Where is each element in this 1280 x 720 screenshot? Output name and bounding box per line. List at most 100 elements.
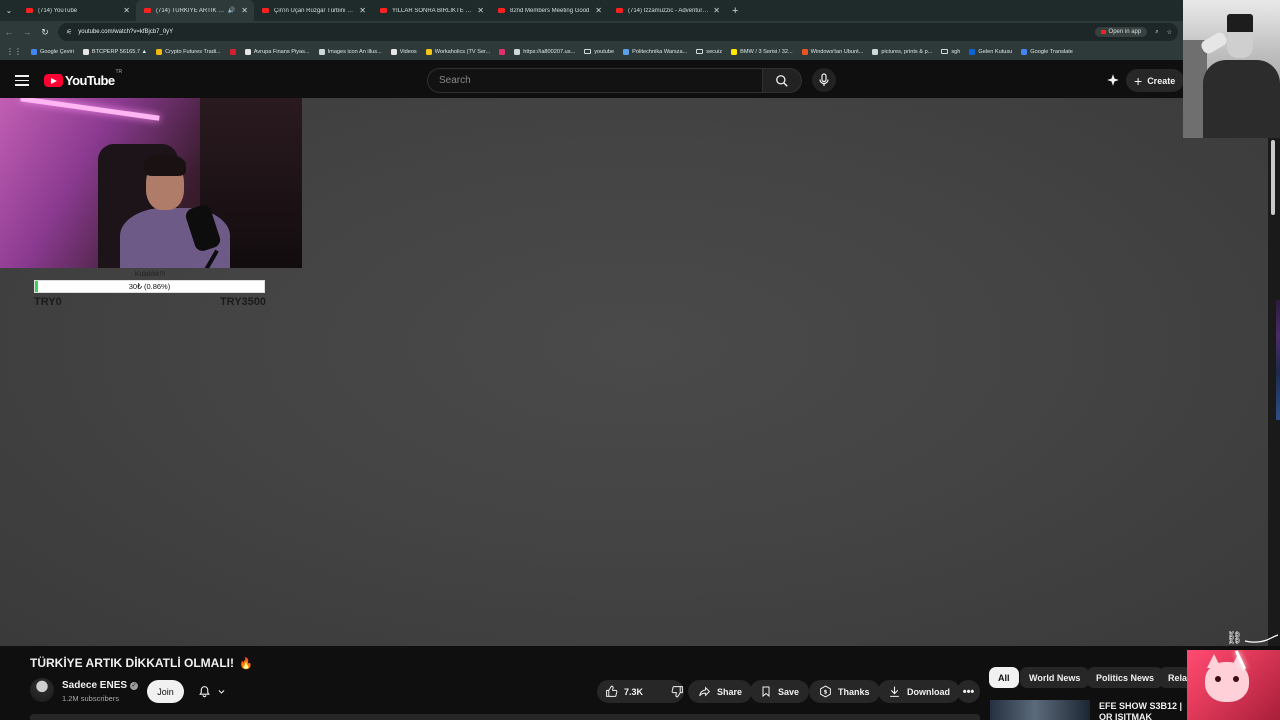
like-button[interactable]: 7.3K (597, 680, 651, 703)
browser-tab-title: (714) Izzamuzzic - Adventure (I (628, 7, 711, 14)
bookmark-item[interactable]: Politechnika Warsza... (623, 48, 688, 55)
download-button[interactable]: Download (878, 680, 960, 703)
more-actions-button[interactable]: ••• (957, 680, 980, 703)
youtube-favicon-icon (144, 8, 151, 13)
browser-tab[interactable]: (714) TÜRKİYE ARTIK DİKKATLİ🔊 ✕ (136, 0, 254, 21)
browser-tab[interactable]: Çin'in Uçan Rüzgar Türbini Rek ✕ (254, 0, 372, 21)
channel-avatar[interactable] (30, 678, 54, 702)
bookmark-item[interactable]: BTCPERP 56165.7 ▲ (82, 48, 148, 55)
bookmark-item[interactable]: Google Translate (1021, 48, 1073, 55)
close-tab-icon[interactable]: ✕ (713, 6, 720, 15)
create-button[interactable]: + Create (1126, 69, 1184, 92)
bookmark-item[interactable]: Images icon An illus... (318, 48, 382, 55)
address-bar-row: ← → ↻ ⚟ youtube.com/watch?v=kfBjcb7_0yY … (0, 21, 1280, 43)
bookmark-item[interactable]: pictures, prints & p... (872, 48, 932, 55)
chip-all[interactable]: All (989, 667, 1019, 688)
donation-max-label: TRY3500 (219, 296, 266, 308)
save-button[interactable]: Save (750, 680, 810, 703)
bookmark-star-icon[interactable]: ☆ (1167, 29, 1172, 36)
bookmark-item[interactable]: Windows'tan Ubunt... (801, 48, 864, 55)
tab-search-button[interactable]: ⌄ (0, 0, 18, 21)
scrollbar-thumb[interactable] (1271, 140, 1275, 215)
bookmark-item[interactable]: https://ia800207.us... (514, 48, 575, 55)
chip-all-label: All (998, 672, 1010, 683)
bookmark-item[interactable]: Gelen Kutusu (969, 48, 1012, 55)
bookmark-label: youtube (594, 48, 615, 55)
browser-tab-strip: ⌄ (714) YouTube✕(714) TÜRKİYE ARTIK DİKK… (0, 0, 1280, 21)
chip-politics-news[interactable]: Politics News (1087, 667, 1164, 688)
gemini-sparkle-icon[interactable] (1106, 73, 1120, 87)
bookmark-item[interactable]: secuiz (696, 49, 722, 55)
globe-icon (623, 48, 630, 55)
back-icon[interactable]: ← (0, 27, 18, 37)
bookmark-label: BTCPERP 56165.7 ▲ (91, 48, 148, 55)
plus-icon: + (1134, 72, 1143, 89)
open-in-app-label: Open in app (1108, 29, 1142, 35)
zoom-icon[interactable]: ⌕ (1155, 29, 1158, 36)
voice-search-button[interactable] (812, 68, 836, 92)
close-tab-icon[interactable]: ✕ (595, 6, 602, 15)
browser-tab-title: (714) TÜRKİYE ARTIK DİKKATLİ (156, 7, 225, 14)
donation-progress-bar: 30₺ (0.86%) (34, 280, 265, 293)
bookmark-item[interactable]: sgh (941, 49, 960, 55)
close-tab-icon[interactable]: ✕ (241, 6, 248, 15)
youtube-logo[interactable]: YouTube TR (44, 69, 122, 88)
join-button[interactable]: Join (147, 680, 184, 703)
bookmark-label: Windows'tan Ubunt... (810, 48, 864, 55)
bookmark-item[interactable]: Google Çeviri (31, 48, 74, 55)
recommended-video-thumbnail[interactable] (990, 700, 1090, 720)
chip-politics-news-label: Politics News (1096, 672, 1155, 683)
forward-icon[interactable]: → (18, 27, 36, 37)
close-tab-icon[interactable]: ✕ (123, 6, 130, 15)
bookmark-item[interactable]: Crypto Futures Tradi... (156, 48, 221, 55)
menu-icon[interactable] (15, 75, 29, 86)
open-in-app-button[interactable]: Open in app (1094, 27, 1148, 37)
browser-tab[interactable]: (714) Izzamuzzic - Adventure (I ✕ (608, 0, 726, 21)
channel-name: Sadece ENES (62, 680, 128, 691)
reload-icon[interactable]: ↻ (36, 27, 54, 38)
more-horizontal-icon: ••• (962, 685, 975, 698)
channel-name-link[interactable]: Sadece ENES ✓ (62, 680, 139, 691)
bookmark-label: Politechnika Warsza... (632, 48, 688, 55)
bookmark-item[interactable]: BMW / 3 Serisi / 32... (731, 48, 793, 55)
search-input[interactable]: Search (427, 68, 762, 93)
speaker-icon[interactable]: 🔊 (228, 7, 235, 14)
page-icon (318, 48, 325, 55)
browser-tab[interactable]: (714) YouTube ✕ (18, 0, 136, 21)
browser-tab[interactable]: YILLAR SONRA BİRLİKTE DENEY✕ (372, 0, 490, 21)
search-button[interactable] (762, 68, 802, 93)
subscriber-count: 1.2M subscribers (62, 694, 120, 703)
bookmark-item[interactable] (499, 48, 506, 55)
create-label: Create (1147, 75, 1176, 86)
tradingview-icon (82, 48, 89, 55)
bookmark-item[interactable]: Avrupa Finans Piyas... (244, 48, 310, 55)
bookmark-item[interactable]: Workaholics (TV Ser... (425, 48, 490, 55)
new-tab-button[interactable]: + (726, 5, 738, 17)
video-title: TÜRKİYE ARTIK DİKKATLİ OLMALI! 🔥 (30, 656, 253, 670)
bookmark-icon (762, 686, 770, 698)
description-box-edge (30, 714, 980, 720)
recommended-video-title[interactable]: EFE SHOW S3B12 | OR IŞITMAK (1099, 701, 1194, 720)
bookmark-item[interactable]: Videos (390, 48, 417, 55)
super-thanks-icon: $ (820, 685, 831, 698)
site-info-icon[interactable]: ⚟ (66, 28, 72, 36)
bookmark-label: Google Çeviri (40, 48, 74, 55)
video-edge-strip (1276, 300, 1280, 420)
apps-grid-icon[interactable]: ⋮⋮ (6, 47, 22, 56)
url-field[interactable]: ⚟ youtube.com/watch?v=kfBjcb7_0yY Open i… (58, 23, 1178, 41)
thanks-button[interactable]: $ Thanks (809, 680, 880, 703)
bookmark-label: Google Translate (1030, 48, 1073, 55)
logo-text: YouTube (65, 73, 115, 88)
youtube-favicon-icon (262, 8, 269, 13)
browser-tab-title: (714) YouTube (38, 7, 78, 14)
browser-tab[interactable]: 82nd Members Meeting Good ✕ (490, 0, 608, 21)
bookmark-item[interactable]: youtube (584, 49, 614, 55)
thanks-label: Thanks (838, 686, 870, 697)
bookmark-item[interactable] (229, 48, 236, 55)
close-tab-icon[interactable]: ✕ (477, 6, 484, 15)
download-label: Download (907, 686, 950, 697)
chip-world-news[interactable]: World News (1020, 667, 1090, 688)
subscription-bell-button[interactable] (190, 680, 234, 703)
close-tab-icon[interactable]: ✕ (359, 6, 366, 15)
share-button[interactable]: Share (688, 680, 753, 703)
